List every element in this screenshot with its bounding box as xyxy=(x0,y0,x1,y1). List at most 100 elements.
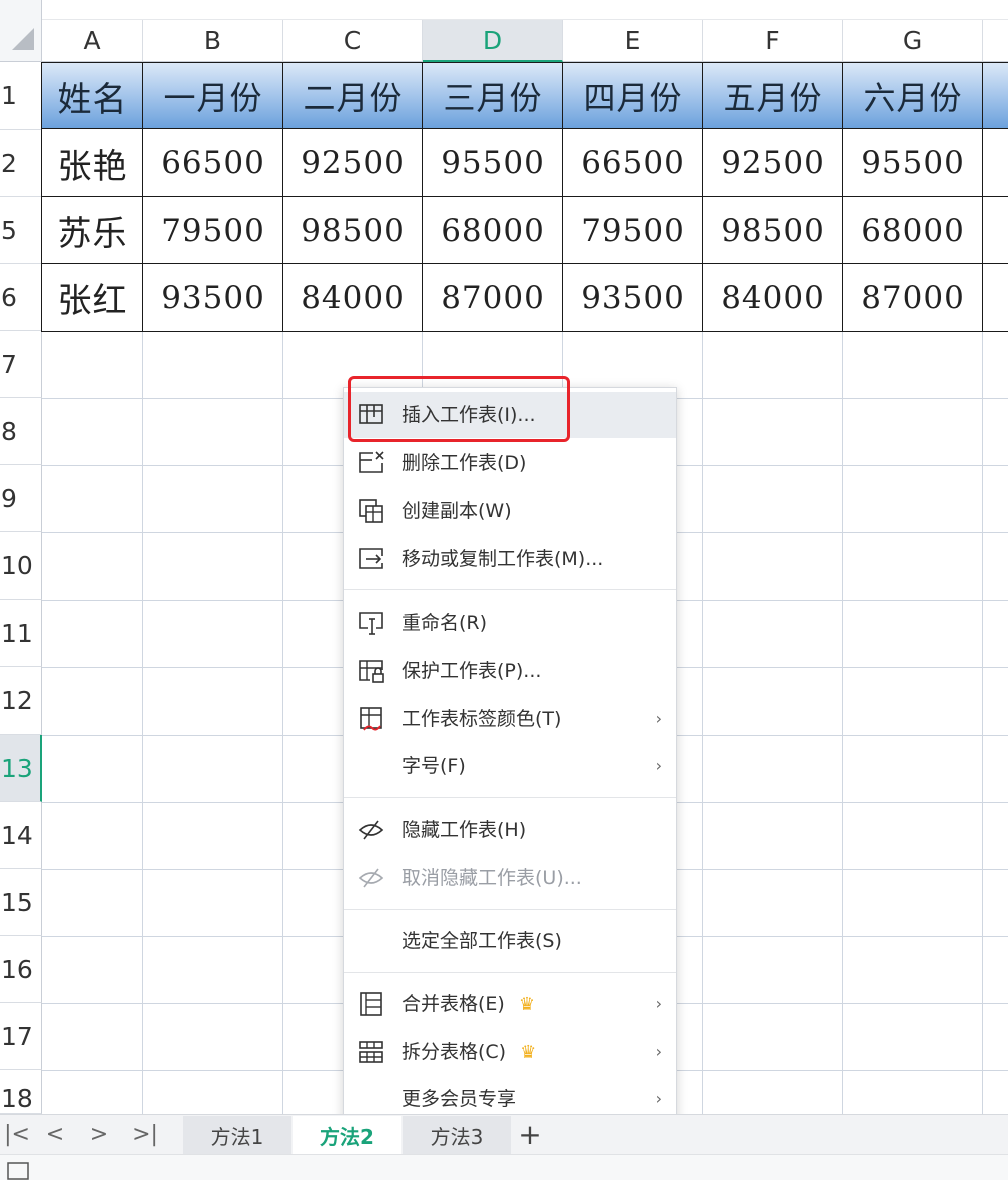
menu-item-label: 创建副本(W) xyxy=(402,500,512,522)
table-cell[interactable]: 79500 xyxy=(142,196,284,265)
table-header-cell-partial[interactable] xyxy=(982,62,1008,130)
next-sheet-nav-icon[interactable]: > xyxy=(82,1117,116,1151)
table-cell[interactable]: 66500 xyxy=(562,128,704,198)
sheet-tab-method3[interactable]: 方法3 xyxy=(403,1116,511,1154)
protect-sheet-icon xyxy=(359,660,384,683)
menu-item-split-table[interactable]: 拆分表格(C) ♛ › xyxy=(344,1029,676,1075)
column-header-b[interactable]: B xyxy=(143,20,283,62)
split-table-icon xyxy=(359,1041,383,1063)
row-header-11[interactable]: 11 xyxy=(0,600,42,667)
column-header-g[interactable]: G xyxy=(843,20,983,62)
table-cell[interactable]: 68000 xyxy=(842,196,984,265)
menu-item-label: 合并表格(E) ♛ xyxy=(402,981,535,1027)
menu-item-merge-tables[interactable]: 合并表格(E) ♛ › xyxy=(344,981,676,1027)
table-header-cell[interactable]: 二月份 xyxy=(282,62,424,130)
menu-item-move-copy-sheet[interactable]: 移动或复制工作表(M)... xyxy=(344,536,676,582)
tab-color-icon xyxy=(360,707,382,731)
table-cell[interactable]: 苏乐 xyxy=(41,196,144,265)
table-cell[interactable]: 98500 xyxy=(702,196,844,265)
table-header-cell[interactable]: 姓名 xyxy=(41,62,144,130)
row-header-5[interactable]: 5 xyxy=(0,197,42,264)
menu-separator xyxy=(344,797,676,798)
table-cell[interactable]: 66500 xyxy=(142,128,284,198)
table-cell[interactable]: 张艳 xyxy=(41,128,144,198)
hide-icon xyxy=(358,820,384,840)
table-cell[interactable]: 68000 xyxy=(422,196,564,265)
prev-sheet-nav-icon[interactable]: < xyxy=(38,1117,72,1151)
row-header-16[interactable]: 16 xyxy=(0,936,42,1003)
menu-item-delete-sheet[interactable]: 删除工作表(D) xyxy=(344,440,676,486)
table-cell[interactable]: 84000 xyxy=(282,263,424,332)
row-header-14[interactable]: 14 xyxy=(0,802,42,869)
macro-icon[interactable] xyxy=(6,1160,32,1180)
menu-item-label: 移动或复制工作表(M)... xyxy=(402,548,604,570)
column-header-a[interactable]: A xyxy=(42,20,143,62)
row-header-15[interactable]: 15 xyxy=(0,869,42,936)
menu-item-hide-sheet[interactable]: 隐藏工作表(H) xyxy=(344,807,676,853)
table-cell[interactable]: 92500 xyxy=(702,128,844,198)
table-header-cell[interactable]: 三月份 xyxy=(422,62,564,130)
table-cell[interactable]: 79500 xyxy=(562,196,704,265)
row-header-7[interactable]: 7 xyxy=(0,331,42,398)
table-header-cell[interactable]: 六月份 xyxy=(842,62,984,130)
highlight-annotation-box xyxy=(348,376,570,442)
menu-item-tab-color[interactable]: 工作表标签颜色(T) › xyxy=(344,696,676,742)
column-header-f[interactable]: F xyxy=(703,20,843,62)
row-header-9[interactable]: 9 xyxy=(0,465,42,532)
crown-icon: ♛ xyxy=(520,1041,537,1063)
table-cell[interactable]: 95500 xyxy=(422,128,564,198)
table-cell[interactable]: 93500 xyxy=(142,263,284,332)
row-header-2[interactable]: 2 xyxy=(0,130,42,197)
column-header-c[interactable]: C xyxy=(283,20,423,62)
first-sheet-nav-icon[interactable]: |< xyxy=(0,1117,34,1151)
table-header-cell[interactable]: 四月份 xyxy=(562,62,704,130)
row-header-12[interactable]: 12 xyxy=(0,667,42,735)
merge-table-icon xyxy=(360,992,382,1016)
menu-item-label: 重命名(R) xyxy=(402,612,488,634)
table-header-cell[interactable]: 五月份 xyxy=(702,62,844,130)
status-bar xyxy=(0,1154,1008,1180)
column-header-e[interactable]: E xyxy=(563,20,703,62)
row-header-18[interactable]: 18 xyxy=(0,1070,42,1114)
sheet-tab-method2[interactable]: 方法2 xyxy=(293,1116,401,1154)
menu-item-font-size[interactable]: 字号(F) › xyxy=(344,743,676,789)
table-cell[interactable]: 张红 xyxy=(41,263,144,332)
window-top-strip xyxy=(42,0,1008,20)
row-header-17[interactable]: 17 xyxy=(0,1003,42,1070)
menu-separator xyxy=(344,909,676,910)
crown-icon: ♛ xyxy=(518,993,535,1015)
delete-sheet-icon xyxy=(359,451,384,473)
row-header-6[interactable]: 6 xyxy=(0,264,42,331)
select-all-triangle-icon xyxy=(12,28,34,50)
sheet-tab-method1[interactable]: 方法1 xyxy=(183,1116,291,1154)
row-header-13[interactable]: 13 xyxy=(0,735,42,802)
menu-item-create-copy[interactable]: 创建副本(W) xyxy=(344,488,676,534)
row-header-8[interactable]: 8 xyxy=(0,398,42,465)
menu-item-protect-sheet[interactable]: 保护工作表(P)... xyxy=(344,648,676,694)
table-cell[interactable]: 98500 xyxy=(282,196,424,265)
table-cell[interactable]: 84000 xyxy=(702,263,844,332)
table-cell-partial[interactable] xyxy=(982,128,1008,198)
row-header-10[interactable]: 10 xyxy=(0,532,42,600)
menu-item-text: 合并表格(E) xyxy=(402,993,505,1015)
menu-item-select-all-sheets[interactable]: 选定全部工作表(S) xyxy=(344,918,676,964)
table-cell[interactable]: 92500 xyxy=(282,128,424,198)
table-cell[interactable]: 93500 xyxy=(562,263,704,332)
row-header-1[interactable]: 1 xyxy=(0,62,42,130)
submenu-arrow-icon: › xyxy=(655,756,662,775)
menu-item-text: 拆分表格(C) xyxy=(402,1041,507,1063)
column-header-h[interactable] xyxy=(983,20,1008,62)
table-cell-partial[interactable] xyxy=(982,196,1008,265)
table-cell[interactable]: 95500 xyxy=(842,128,984,198)
table-cell[interactable]: 87000 xyxy=(422,263,564,332)
last-sheet-nav-icon[interactable]: >| xyxy=(128,1117,162,1151)
menu-item-rename[interactable]: 重命名(R) xyxy=(344,600,676,646)
add-sheet-icon[interactable]: + xyxy=(513,1117,547,1151)
table-header-cell[interactable]: 一月份 xyxy=(142,62,284,130)
column-header-d[interactable]: D xyxy=(423,20,563,62)
table-cell[interactable]: 87000 xyxy=(842,263,984,332)
unhide-icon xyxy=(358,868,384,888)
menu-item-label: 字号(F) xyxy=(402,755,466,777)
menu-item-label: 选定全部工作表(S) xyxy=(402,930,562,952)
table-cell-partial[interactable] xyxy=(982,263,1008,332)
